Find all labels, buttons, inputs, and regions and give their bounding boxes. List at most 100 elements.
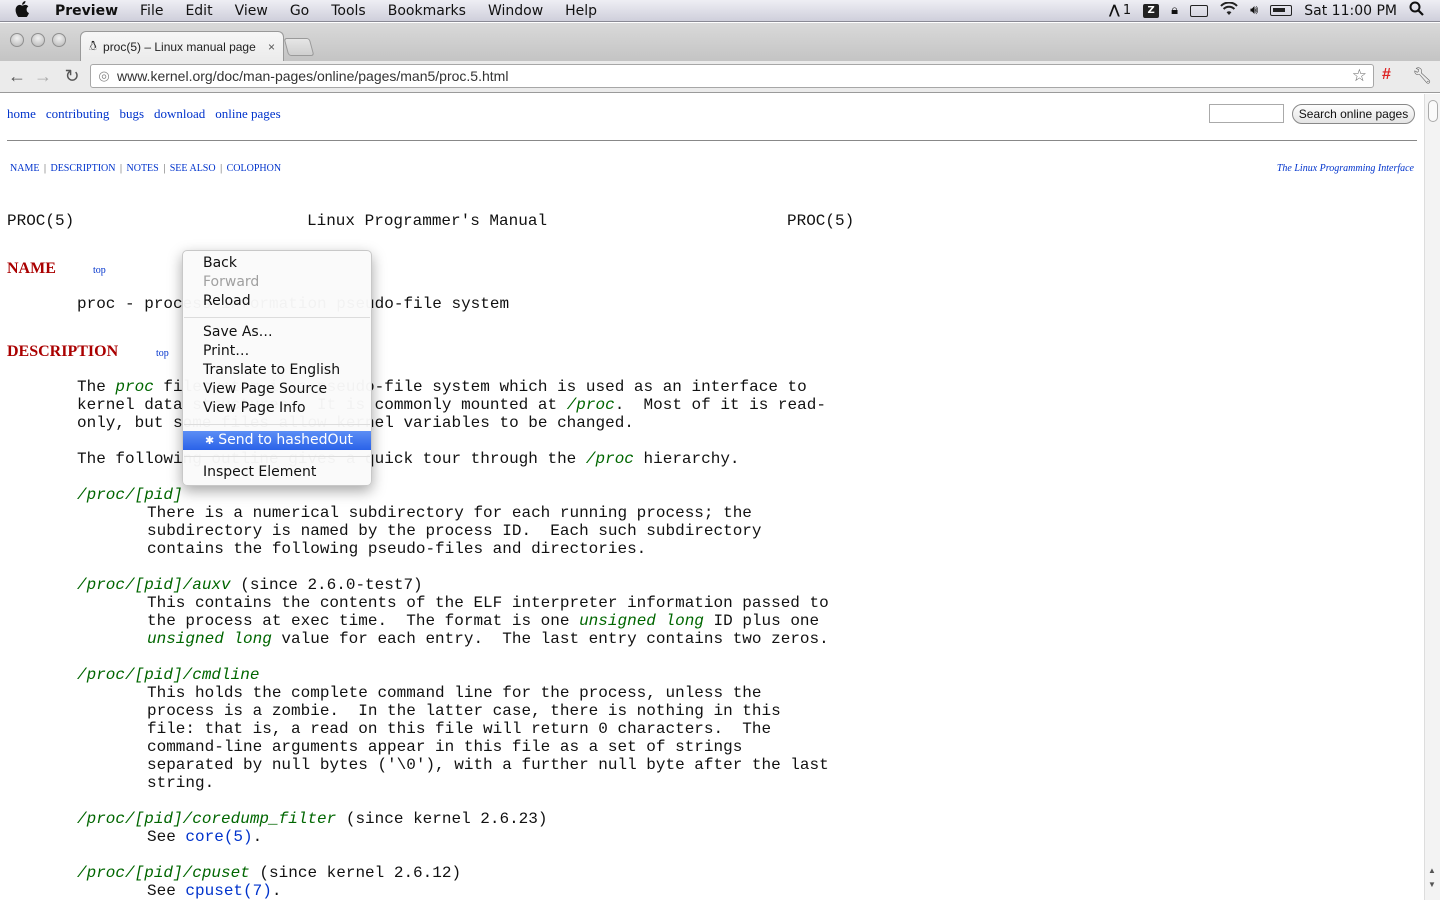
scroll-down-arrow-icon[interactable]: ▼	[1428, 880, 1436, 889]
search-online-pages-button[interactable]: Search online pages	[1292, 104, 1415, 124]
tab-title: proc(5) – Linux manual page	[103, 39, 256, 54]
nav-home-link[interactable]: home	[7, 106, 36, 122]
menu-view[interactable]: View	[224, 3, 279, 19]
minimize-window-button[interactable]	[31, 33, 45, 47]
section-navigation: NAME | DESCRIPTION | NOTES | SEE ALSO | …	[10, 163, 282, 174]
menu-tools[interactable]: Tools	[320, 3, 377, 19]
entry-coredump-path: /proc/[pid]/coredump_filter	[77, 810, 337, 828]
wifi-icon[interactable]	[1220, 1, 1238, 20]
status-area: ⋀ 1 Z 🔒︎ 🔊︎ Sat 11:00 PM	[1109, 1, 1440, 20]
context-menu-view-page-info[interactable]: View Page Info	[183, 399, 371, 418]
menu-window[interactable]: Window	[477, 3, 554, 19]
clock[interactable]: Sat 11:00 PM	[1304, 3, 1397, 19]
entry-coredump-heading: /proc/[pid]/coredump_filter (since kerne…	[77, 810, 547, 828]
vertical-scrollbar[interactable]: ▲ ▼	[1424, 94, 1440, 900]
menu-separator	[184, 424, 370, 425]
tlpi-book-link[interactable]: The Linux Programming Interface	[1277, 163, 1414, 174]
menu-preview[interactable]: Preview	[44, 3, 129, 19]
volume-icon[interactable]: 🔊︎	[1250, 3, 1258, 18]
context-menu-back[interactable]: Back	[183, 254, 371, 273]
scroll-up-arrow-icon[interactable]: ▲	[1428, 866, 1436, 875]
emphasis: /proc	[585, 450, 634, 468]
hashedout-extension-icon[interactable]: #	[1382, 66, 1391, 84]
menu-edit[interactable]: Edit	[174, 3, 223, 19]
entry-cmdline-line-6: string.	[147, 774, 215, 792]
spotlight-icon[interactable]	[1409, 1, 1424, 20]
nav-contributing-link[interactable]: contributing	[46, 106, 110, 122]
context-menu-save-as[interactable]: Save As…	[183, 323, 371, 342]
lock-icon[interactable]: 🔒︎	[1171, 3, 1178, 18]
spaces-icon[interactable]: ⋀ 1	[1109, 3, 1131, 18]
back-arrow-icon[interactable]: ←	[6, 65, 28, 87]
text: See	[147, 882, 186, 900]
top-link-description[interactable]: top	[156, 348, 169, 359]
section-link-description[interactable]: DESCRIPTION	[50, 163, 115, 174]
nav-bugs-link[interactable]: bugs	[119, 106, 144, 122]
battery-icon[interactable]	[1270, 5, 1293, 16]
close-window-button[interactable]	[10, 33, 24, 47]
page-info-icon[interactable]: ◎	[91, 68, 117, 84]
menu-separator	[184, 317, 370, 318]
menu-bookmarks[interactable]: Bookmarks	[377, 3, 477, 19]
search-input[interactable]	[1209, 104, 1284, 123]
entry-auxv-line-2: the process at exec time. The format is …	[147, 612, 819, 630]
text: (since kernel 2.6.23)	[336, 810, 548, 828]
context-menu-reload[interactable]: Reload	[183, 292, 371, 311]
new-tab-button[interactable]	[283, 38, 315, 56]
context-menu-view-source[interactable]: View Page Source	[183, 380, 371, 399]
name-heading: NAME	[7, 260, 56, 277]
bookmark-star-icon[interactable]: ☆	[1352, 66, 1367, 86]
text: ID plus one	[703, 612, 820, 630]
text: The	[77, 378, 116, 396]
top-link-name[interactable]: top	[93, 265, 106, 276]
page-content: home contributing bugs download online p…	[0, 94, 1424, 900]
emphasis: proc	[115, 378, 154, 396]
address-bar[interactable]: ◎ www.kernel.org/doc/man-pages/online/pa…	[90, 64, 1374, 88]
tab-proc[interactable]: 🐧︎ proc(5) – Linux manual page ×	[80, 31, 284, 61]
entry-cpuset-line-1: See cpuset(7).	[147, 882, 281, 900]
context-menu-inspect-element[interactable]: Inspect Element	[183, 463, 371, 482]
text: . Most of it is read-	[614, 396, 826, 414]
scrollbar-thumb[interactable]	[1428, 100, 1438, 122]
text: .	[271, 882, 282, 900]
entry-cmdline-line-1: This holds the complete command line for…	[147, 684, 762, 702]
url-text: www.kernel.org/doc/man-pages/online/page…	[117, 68, 509, 84]
app-badge-icon[interactable]: Z	[1143, 3, 1160, 18]
divider	[7, 140, 1417, 141]
text: (since kernel 2.6.12)	[249, 864, 462, 882]
menu-go[interactable]: Go	[279, 3, 320, 19]
section-link-colophon[interactable]: COLOPHON	[227, 163, 281, 174]
section-link-notes[interactable]: NOTES	[127, 163, 159, 174]
reload-icon[interactable]: ↻	[61, 65, 83, 87]
man-header-right: PROC(5)	[787, 212, 855, 230]
context-menu-translate[interactable]: Translate to English	[183, 361, 371, 380]
emphasis: unsigned long	[579, 612, 704, 630]
tab-strip: 🐧︎ proc(5) – Linux manual page ×	[0, 23, 1440, 61]
menu-help[interactable]: Help	[554, 3, 608, 19]
menu-item-label: Send to hashedOut	[218, 432, 353, 448]
section-link-see-also[interactable]: SEE ALSO	[170, 163, 216, 174]
core-5-link[interactable]: core(5)	[185, 828, 252, 846]
cpuset-7-link[interactable]: cpuset(7)	[185, 882, 271, 900]
puzzle-piece-icon: ✱	[205, 434, 215, 447]
entry-pid-path: /proc/[pid]	[77, 486, 183, 504]
apple-icon[interactable]	[0, 0, 44, 21]
wrench-menu-icon[interactable]: 🔧︎	[1412, 66, 1432, 86]
entry-pid-line-3: contains the following pseudo-files and …	[147, 540, 647, 558]
text: See	[147, 828, 186, 846]
zoom-window-button[interactable]	[52, 33, 66, 47]
context-menu-forward[interactable]: Forward	[183, 273, 371, 292]
context-menu-send-to-hashedout[interactable]: ✱ Send to hashedOut	[183, 431, 371, 450]
battery-fill	[1273, 8, 1286, 12]
battery-box-icon[interactable]	[1190, 4, 1209, 17]
menu-separator	[184, 456, 370, 457]
tab-close-icon[interactable]: ×	[268, 40, 275, 54]
emphasis: unsigned long	[147, 630, 272, 648]
section-link-name[interactable]: NAME	[10, 163, 39, 174]
menu-file[interactable]: File	[129, 3, 174, 19]
context-menu-print[interactable]: Print…	[183, 342, 371, 361]
context-menu: Back Forward Reload Save As… Print… Tran…	[182, 250, 372, 486]
forward-arrow-icon[interactable]: →	[32, 65, 54, 87]
nav-download-link[interactable]: download	[154, 106, 205, 122]
nav-online-pages-link[interactable]: online pages	[215, 106, 280, 122]
